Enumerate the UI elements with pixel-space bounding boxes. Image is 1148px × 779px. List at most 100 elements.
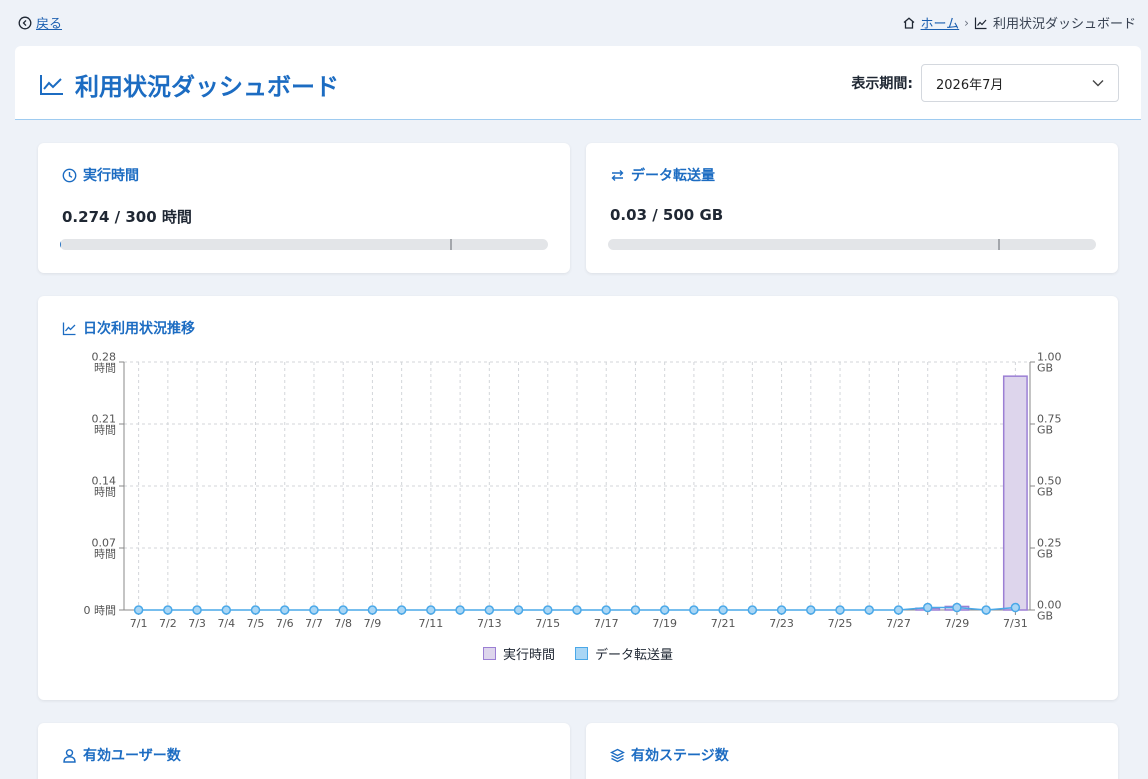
transfer-point bbox=[367, 605, 378, 615]
transfer-title-text: データ転送量 bbox=[631, 168, 715, 184]
y-right-tick-label: 0.75 GB bbox=[1037, 413, 1062, 437]
page-title-text: 利用状況ダッシュボード bbox=[75, 73, 339, 101]
x-tick-label: 7/27 bbox=[886, 617, 911, 630]
x-tick-label: 7/2 bbox=[159, 617, 177, 630]
transfer-point bbox=[221, 605, 232, 615]
y-left-tick-label: 0 時間 bbox=[84, 604, 117, 617]
transfer-point bbox=[806, 605, 816, 615]
top-bar: 戻る ホーム › 利用状況ダッシュボード bbox=[0, 0, 1148, 44]
home-icon bbox=[902, 16, 916, 30]
chevron-right-icon: › bbox=[964, 15, 969, 30]
x-tick-label: 7/17 bbox=[594, 617, 619, 630]
x-tick-label: 7/19 bbox=[652, 617, 677, 630]
circle-chevron-left-icon bbox=[18, 16, 32, 30]
runtime-title: 実行時間 bbox=[62, 165, 139, 185]
runtime-bar bbox=[1002, 375, 1028, 611]
page-header: 利用状況ダッシュボード 表示期間: 2026年7月 bbox=[15, 46, 1141, 120]
transfer-point bbox=[484, 605, 495, 615]
legend-label-transfer: データ転送量 bbox=[595, 648, 674, 663]
legend-item-transfer[interactable]: データ転送量 bbox=[575, 644, 673, 663]
transfer-point bbox=[426, 605, 436, 615]
transfer-point bbox=[630, 605, 641, 615]
x-tick-label: 7/8 bbox=[334, 617, 352, 630]
legend-label-runtime: 実行時間 bbox=[502, 648, 555, 663]
active-users-title: 有効ユーザー数 bbox=[62, 745, 181, 765]
runtime-title-text: 実行時間 bbox=[83, 168, 139, 184]
y-right-tick-label: 0.50 GB bbox=[1037, 475, 1062, 499]
x-tick-label: 7/7 bbox=[305, 617, 323, 630]
x-tick-label: 7/13 bbox=[477, 617, 502, 630]
breadcrumb: ホーム › 利用状況ダッシュボード bbox=[902, 13, 1136, 32]
transfer-point bbox=[455, 605, 465, 615]
x-tick-label: 7/6 bbox=[276, 617, 294, 630]
transfer-point bbox=[981, 605, 991, 615]
y-right-tick-label: 1.00 GB bbox=[1037, 351, 1062, 375]
transfer-point bbox=[396, 605, 407, 615]
clock-icon bbox=[62, 168, 77, 183]
transfer-point bbox=[718, 605, 728, 615]
transfer-value: 0.03 / 500 GB bbox=[610, 206, 724, 224]
back-label: 戻る bbox=[36, 17, 63, 32]
layers-icon bbox=[610, 748, 625, 763]
daily-usage-card: 日次利用状況推移 0 時間 0.07 時間 0.14 時間 0.21 時間 0.28 時間 0.0… bbox=[38, 296, 1118, 700]
active-stages-title-text: 有効ステージ数 bbox=[631, 748, 729, 764]
transfer-point bbox=[163, 605, 173, 615]
period-label: 表示期間: bbox=[851, 76, 913, 92]
transfer-point bbox=[601, 605, 611, 615]
x-tick-label: 7/21 bbox=[711, 617, 736, 630]
period-selector: 表示期間: 2026年7月 bbox=[851, 64, 1119, 102]
period-select[interactable]: 2026年7月 bbox=[921, 64, 1119, 102]
transfer-point bbox=[747, 605, 758, 615]
legend-swatch-runtime bbox=[482, 647, 496, 660]
transfer-arrows-icon bbox=[610, 168, 625, 183]
x-tick-label: 7/25 bbox=[828, 617, 853, 630]
transfer-point bbox=[192, 605, 202, 615]
y-left-tick-label: 0.07 時間 bbox=[92, 537, 117, 561]
y-left-tick-label: 0.21 時間 bbox=[92, 413, 117, 437]
transfer-point bbox=[572, 605, 582, 615]
daily-usage-chart: 0 時間 0.07 時間 0.14 時間 0.21 時間 0.28 時間 0.00 GB 0.25 GB… bbox=[38, 296, 1118, 636]
runtime-progress bbox=[60, 239, 548, 250]
y-right-tick-label: 0.25 GB bbox=[1037, 537, 1062, 561]
transfer-point bbox=[338, 605, 348, 615]
transfer-card: データ転送量 0.03 / 500 GB bbox=[586, 143, 1118, 273]
transfer-point bbox=[543, 605, 553, 615]
transfer-point bbox=[279, 605, 290, 615]
back-link[interactable]: 戻る bbox=[18, 13, 62, 32]
active-users-card: 有効ユーザー数 bbox=[38, 723, 570, 779]
x-tick-label: 7/15 bbox=[535, 617, 560, 630]
chart-legend: 実行時間 データ転送量 bbox=[38, 644, 1118, 663]
transfer-point bbox=[689, 605, 699, 615]
x-tick-label: 7/3 bbox=[188, 617, 206, 630]
period-value: 2026年7月 bbox=[936, 77, 1004, 93]
x-tick-label: 7/23 bbox=[769, 617, 794, 630]
breadcrumb-home-link[interactable]: ホーム bbox=[921, 13, 960, 32]
transfer-point bbox=[513, 605, 524, 615]
breadcrumb-current: 利用状況ダッシュボード bbox=[992, 17, 1136, 32]
x-tick-label: 7/31 bbox=[1003, 617, 1028, 630]
chevron-down-icon bbox=[1092, 79, 1104, 87]
transfer-title: データ転送量 bbox=[610, 165, 715, 185]
legend-swatch-transfer bbox=[575, 647, 588, 660]
x-tick-label: 7/29 bbox=[945, 617, 970, 630]
x-tick-label: 7/5 bbox=[247, 617, 265, 630]
legend-item-runtime[interactable]: 実行時間 bbox=[482, 644, 555, 663]
transfer-point bbox=[952, 602, 962, 613]
x-tick-label: 7/11 bbox=[419, 617, 444, 630]
transfer-point bbox=[835, 605, 845, 615]
page-title: 利用状況ダッシュボード bbox=[39, 67, 339, 102]
line-chart-icon bbox=[39, 73, 65, 97]
transfer-point bbox=[133, 605, 144, 615]
runtime-value: 0.274 / 300 時間 bbox=[62, 208, 192, 226]
user-icon bbox=[62, 748, 77, 763]
y-right-tick-label: 0.00 GB bbox=[1037, 599, 1062, 623]
active-stages-title: 有効ステージ数 bbox=[610, 745, 729, 765]
transfer-point bbox=[776, 605, 787, 615]
transfer-point bbox=[659, 605, 670, 615]
transfer-point bbox=[250, 605, 261, 615]
runtime-progress-marker bbox=[450, 239, 453, 250]
line-chart-icon bbox=[974, 16, 988, 30]
x-tick-label: 7/9 bbox=[364, 617, 382, 630]
y-left-tick-label: 0.14 時間 bbox=[92, 475, 117, 499]
active-users-title-text: 有効ユーザー数 bbox=[83, 748, 181, 764]
